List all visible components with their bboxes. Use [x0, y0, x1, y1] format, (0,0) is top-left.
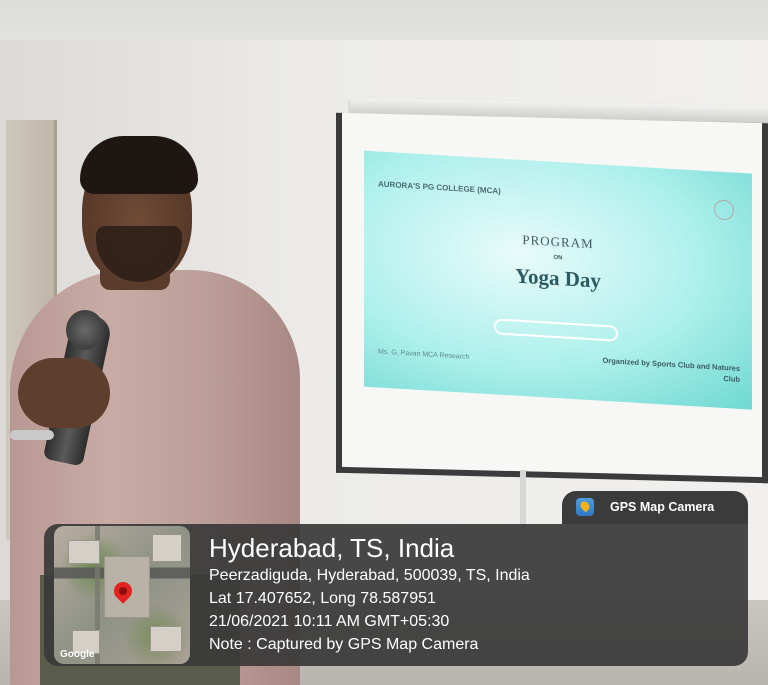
capture-note: Note : Captured by GPS Map Camera [209, 636, 479, 653]
slide-left-footer: Ms. G. Pavan MCA Research [378, 348, 470, 361]
map-building [152, 534, 182, 562]
projector-screen: AURORA'S PG COLLEGE (MCA) PROGRAM ON Yog… [336, 112, 768, 484]
speaker-hand [18, 358, 110, 428]
location-city: Hyderabad, TS, India [209, 533, 455, 563]
map-provider-label: Google [60, 649, 95, 660]
speaker-hair [80, 136, 198, 194]
wristwatch [10, 430, 54, 440]
location-address: Peerzadiguda, Hyderabad, 500039, TS, Ind… [209, 567, 530, 584]
gps-app-title: GPS Map Camera [610, 500, 715, 514]
projected-slide: AURORA'S PG COLLEGE (MCA) PROGRAM ON Yog… [364, 150, 752, 410]
gps-map-camera-icon [576, 498, 594, 516]
screen-stand [520, 470, 526, 530]
slide-college-name: AURORA'S PG COLLEGE (MCA) [378, 179, 501, 196]
location-coordinates: Lat 17.407652, Long 78.587951 [209, 590, 436, 607]
college-logo-icon [714, 199, 734, 221]
capture-datetime: 21/06/2021 10:11 AM GMT+05:30 [209, 613, 450, 630]
slide-date-pill [494, 318, 618, 342]
gps-text-block: Hyderabad, TS, India Peerzadiguda, Hyder… [209, 532, 530, 656]
gps-app-badge: GPS Map Camera [562, 491, 748, 524]
map-building [150, 626, 182, 652]
slide-event-title: Yoga Day [515, 263, 601, 293]
slide-organizer: Organized by Sports Club and Natures Clu… [602, 355, 740, 384]
map-thumbnail: Google [54, 526, 190, 664]
microphone-head [66, 310, 104, 350]
map-building [68, 540, 100, 564]
gps-info-panel: Google Hyderabad, TS, India Peerzadiguda… [44, 524, 748, 666]
